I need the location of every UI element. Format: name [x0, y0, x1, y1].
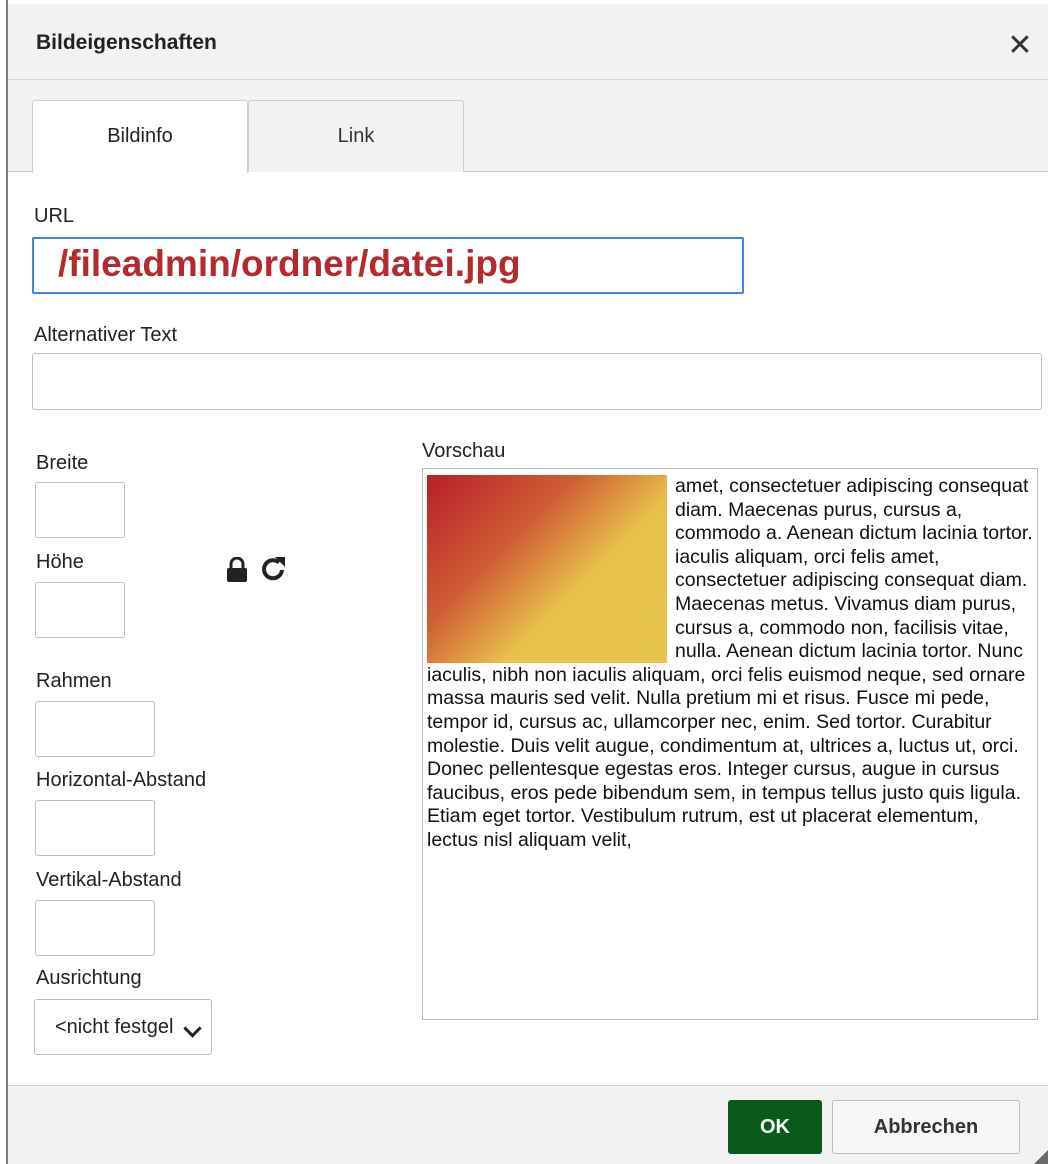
ok-button[interactable]: OK — [728, 1100, 822, 1154]
border-input[interactable] — [35, 701, 155, 757]
align-select-value: <nicht festgelegt> — [55, 1016, 173, 1038]
vspace-label: Vertikal-Abstand — [36, 869, 182, 891]
tab-link[interactable]: Link — [248, 100, 464, 172]
vspace-input[interactable] — [35, 900, 155, 956]
window-edge — [0, 0, 8, 1164]
preview-pane: amet, consectetuer adipiscing consequat … — [422, 468, 1038, 1020]
resize-grip-icon[interactable] — [1032, 1148, 1048, 1164]
dialog-titlebar: Bildeigenschaften ✕ — [8, 4, 1048, 80]
cancel-button[interactable]: Abbrechen — [832, 1100, 1020, 1154]
url-label: URL — [34, 205, 75, 227]
align-label: Ausrichtung — [36, 967, 142, 989]
preview-label: Vorschau — [422, 440, 506, 462]
refresh-icon[interactable] — [261, 555, 287, 583]
preview-image — [427, 475, 667, 663]
border-label: Rahmen — [36, 670, 112, 692]
tab-bildinfo[interactable]: Bildinfo — [32, 100, 248, 173]
height-label: Höhe — [36, 551, 84, 573]
close-icon[interactable]: ✕ — [1002, 28, 1038, 64]
image-properties-dialog: Bildeigenschaften ✕ Bildinfo Link URL /f… — [8, 0, 1048, 1164]
dialog-footer: OK Abbrechen — [8, 1085, 1048, 1164]
url-input[interactable]: /fileadmin/ordner/datei.jpg — [32, 237, 744, 294]
height-input[interactable] — [35, 582, 125, 638]
alt-text-input[interactable] — [32, 353, 1042, 410]
tab-bar: Bildinfo Link — [8, 80, 1048, 173]
hspace-input[interactable] — [35, 800, 155, 856]
width-label: Breite — [36, 452, 89, 474]
width-input[interactable] — [35, 482, 125, 538]
chevron-down-icon — [183, 1019, 202, 1038]
lock-icon[interactable] — [226, 557, 248, 583]
hspace-label: Horizontal-Abstand — [36, 769, 207, 791]
dialog-title: Bildeigenschaften — [36, 31, 217, 54]
align-select[interactable]: <nicht festgelegt> — [34, 999, 212, 1055]
alt-text-label: Alternativer Text — [34, 324, 178, 346]
